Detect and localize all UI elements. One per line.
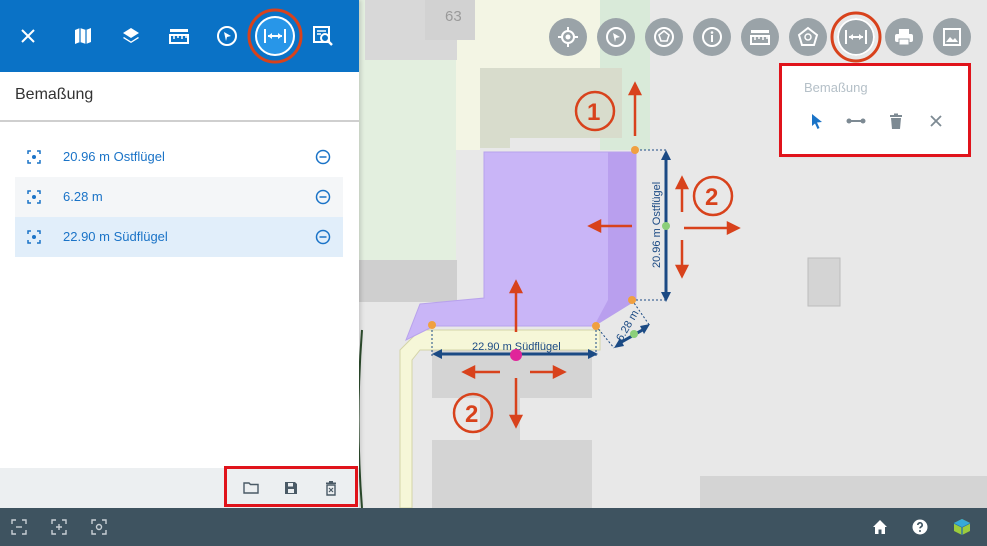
locate-button[interactable] bbox=[549, 18, 587, 56]
image-button[interactable] bbox=[933, 18, 971, 56]
logo-icon[interactable] bbox=[953, 518, 971, 536]
zoom-in-icon[interactable] bbox=[51, 519, 67, 535]
search-map-button[interactable] bbox=[303, 16, 343, 56]
polygon-select-icon bbox=[654, 27, 674, 47]
close-icon bbox=[21, 29, 35, 43]
panel-divider bbox=[0, 120, 359, 122]
save-icon[interactable] bbox=[283, 480, 299, 496]
map-button[interactable] bbox=[63, 16, 103, 56]
folder-open-icon[interactable] bbox=[243, 480, 259, 496]
panel-toolbar bbox=[0, 0, 359, 72]
select-button-panel[interactable] bbox=[207, 16, 247, 56]
help-icon[interactable] bbox=[912, 519, 928, 535]
measurement-label: 22.90 m Südflügel bbox=[63, 229, 168, 244]
dimension-icon bbox=[264, 29, 286, 43]
pointer-icon bbox=[812, 114, 822, 129]
focus-icon[interactable] bbox=[27, 190, 41, 204]
side-panel: Bemaßung 20.96 m Ostflügel 6.28 m 22.90 … bbox=[0, 0, 359, 508]
home-icon[interactable] bbox=[872, 519, 888, 535]
panel-footer bbox=[0, 468, 359, 508]
select-icon bbox=[217, 26, 237, 46]
line-icon bbox=[846, 118, 866, 124]
dimension-label-east: 20.96 m Ostflügel bbox=[651, 182, 663, 268]
trash-icon bbox=[890, 113, 902, 129]
dimension-icon bbox=[845, 30, 867, 44]
close-icon bbox=[930, 115, 942, 127]
ruler-icon bbox=[169, 29, 189, 44]
remove-circle-icon[interactable] bbox=[315, 229, 331, 245]
center-icon[interactable] bbox=[91, 519, 107, 535]
dimension-button-panel[interactable] bbox=[255, 16, 295, 56]
locate-icon bbox=[558, 27, 578, 47]
popup-trash-button[interactable] bbox=[887, 112, 905, 130]
dimension-button[interactable] bbox=[837, 18, 875, 56]
measurement-popup: Bemaßung bbox=[782, 66, 968, 154]
layers-icon bbox=[123, 28, 139, 43]
measurement-row-short[interactable]: 6.28 m bbox=[15, 177, 343, 217]
ruler-button-panel[interactable] bbox=[159, 16, 199, 56]
delete-icon[interactable] bbox=[323, 480, 339, 496]
image-icon bbox=[943, 28, 961, 46]
measurement-label: 20.96 m Ostflügel bbox=[63, 149, 165, 164]
panel-title: Bemaßung bbox=[15, 86, 94, 103]
search-map-icon bbox=[313, 26, 333, 46]
measurement-row-east[interactable]: 20.96 m Ostflügel bbox=[15, 137, 343, 177]
popup-pointer-button[interactable] bbox=[808, 112, 826, 130]
house-number-label: 63 bbox=[445, 8, 462, 25]
ruler-button[interactable] bbox=[741, 18, 779, 56]
polygon-search-icon bbox=[797, 26, 819, 46]
annotation-2-bottom: 2 bbox=[465, 401, 478, 428]
remove-circle-icon[interactable] bbox=[315, 149, 331, 165]
info-button[interactable] bbox=[693, 18, 731, 56]
annotation-2-right: 2 bbox=[705, 184, 718, 211]
focus-icon[interactable] bbox=[27, 150, 41, 164]
popup-close-button[interactable] bbox=[927, 112, 945, 130]
select-icon bbox=[606, 27, 626, 47]
zoom-out-icon[interactable] bbox=[11, 519, 27, 535]
info-icon bbox=[702, 27, 722, 47]
map-icon bbox=[75, 28, 91, 44]
popup-line-button[interactable] bbox=[846, 112, 866, 130]
polygon-select-button[interactable] bbox=[645, 18, 683, 56]
measurement-label: 6.28 m bbox=[63, 189, 103, 204]
popup-title: Bemaßung bbox=[804, 80, 868, 95]
print-button[interactable] bbox=[885, 18, 923, 56]
focus-icon[interactable] bbox=[27, 230, 41, 244]
ruler-icon bbox=[750, 30, 770, 45]
status-bar bbox=[0, 508, 987, 546]
measurement-row-south[interactable]: 22.90 m Südflügel bbox=[15, 217, 343, 257]
annotation-1: 1 bbox=[587, 99, 600, 126]
remove-circle-icon[interactable] bbox=[315, 189, 331, 205]
polygon-search-button[interactable] bbox=[789, 18, 827, 56]
select-button[interactable] bbox=[597, 18, 635, 56]
layers-button[interactable] bbox=[111, 16, 151, 56]
print-icon bbox=[895, 29, 913, 46]
close-panel-button[interactable] bbox=[8, 16, 48, 56]
